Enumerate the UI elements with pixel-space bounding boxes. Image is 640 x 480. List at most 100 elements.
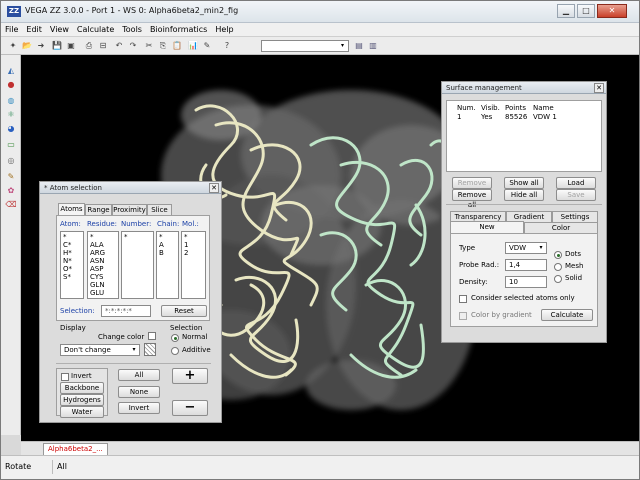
table-row[interactable]: 1 Yes 85526 VDW 1 [447,113,601,122]
invert-checkbox[interactable] [61,373,69,381]
tab-color[interactable]: Color [524,222,598,233]
atom-selection-title[interactable]: * Atom selection [40,182,221,194]
globe-icon[interactable]: ◕ [5,123,17,135]
menu-calculate[interactable]: Calculate [73,23,118,37]
menu-view[interactable]: View [46,23,73,37]
paint-icon[interactable]: ✿ [5,185,17,197]
dots-radio[interactable] [554,251,562,259]
display-combo[interactable]: Don't change ▾ [60,344,140,356]
add-button[interactable]: + [172,368,208,384]
tab-atoms[interactable]: Atoms [58,203,85,215]
target-icon[interactable]: ◎ [5,155,17,167]
pen-icon[interactable]: ✎ [5,171,17,183]
menu-tools[interactable]: Tools [118,23,146,37]
select-icon[interactable]: ◭ [5,65,17,77]
open-icon[interactable]: ➜ [35,40,47,52]
hydrogens-button[interactable]: Hydrogens [60,394,104,406]
copy-icon[interactable]: ⎘ [157,40,169,52]
mesh-label: Mesh [565,262,584,270]
reset-button[interactable]: Reset [161,305,207,317]
density-input[interactable]: 10 [505,276,547,288]
chain-list[interactable]: * A B [156,231,179,299]
close-icon[interactable]: ✕ [594,83,604,93]
mesh-radio[interactable] [554,263,562,271]
display-icon[interactable]: ▭ [5,139,17,151]
type-combo-value: VDW [509,244,527,252]
vega-app-icon: ZZ [7,6,21,17]
color-gradient-checkbox[interactable] [459,312,467,320]
undo-icon[interactable]: ↶ [113,40,125,52]
menu-help[interactable]: Help [211,23,237,37]
view-list-icon[interactable]: ▥ [367,40,379,52]
load-button[interactable]: Load [556,177,596,189]
close-icon[interactable]: ✕ [209,183,219,193]
chart-icon[interactable]: 📊 [187,40,199,52]
visib-header: Visib. [481,104,500,112]
remove-button[interactable]: − [172,400,208,416]
show-all-button[interactable]: Show all [504,177,544,189]
save-all-icon[interactable]: ▣ [65,40,77,52]
consider-selected-checkbox[interactable] [459,295,467,303]
atom-icon[interactable]: ● [5,79,17,91]
toolbar-dropdown[interactable]: ▾ [261,40,349,52]
water-button[interactable]: Water [60,406,104,418]
remove-all-button[interactable]: Remove all [452,189,492,209]
menu-bioinformatics[interactable]: Bioinformatics [146,23,211,37]
erase-icon[interactable]: ⌫ [5,199,17,211]
new-surface-tab-content: Type VDW ▾ Probe Rad.: 1,4 Density: 10 D… [450,233,598,327]
type-combo[interactable]: VDW ▾ [505,242,547,254]
selection-field[interactable]: *:*:*:*:* [101,305,151,317]
open-folder-icon[interactable]: 📂 [21,40,33,52]
invert-button[interactable]: Invert [118,402,160,414]
sphere-icon[interactable]: ◍ [5,95,17,107]
tab-slice[interactable]: Slice [147,204,172,215]
number-list[interactable]: * [121,231,154,299]
close-button[interactable]: ✕ [597,4,627,18]
new-file-icon[interactable]: ✦ [7,40,19,52]
molecule-icon[interactable]: ⚛ [5,109,17,121]
surface-management-title[interactable]: Surface management [442,82,606,94]
normal-radio[interactable] [171,334,179,342]
remove-surface-button[interactable]: Remove [452,177,492,189]
additive-radio[interactable] [171,347,179,355]
tab-new[interactable]: New [450,221,524,233]
change-color-checkbox[interactable] [148,332,156,340]
calculate-button[interactable]: Calculate [541,309,593,321]
surface-management-panel: Surface management ✕ Num. Visib. Points … [441,81,607,343]
mol-list[interactable]: * 1 2 [181,231,206,299]
tab-range[interactable]: Range [85,204,112,215]
view-grid-icon[interactable]: ▤ [353,40,365,52]
menu-edit[interactable]: Edit [22,23,46,37]
all-button[interactable]: All [118,369,160,381]
help-icon[interactable]: ? [221,40,233,52]
backbone-button[interactable]: Backbone [60,382,104,394]
maximize-button[interactable]: □ [577,4,595,18]
chevron-down-icon: ▾ [340,42,344,49]
solid-radio[interactable] [554,275,562,283]
title-bar[interactable]: ZZ VEGA ZZ 3.0.0 - Port 1 - WS 0: Alpha6… [1,1,639,23]
consider-selected-label: Consider selected atoms only [471,294,575,302]
tab-settings[interactable]: Settings [552,211,598,222]
print-icon[interactable]: ⎙ [83,40,95,52]
pencil-icon[interactable]: ✎ [201,40,213,52]
document-tab[interactable]: Alpha6beta2_... [43,443,108,455]
none-button[interactable]: None [118,386,160,398]
atom-list[interactable]: * C* H* N* O* S* [60,231,84,299]
chain-column-label: Chain: [157,220,180,228]
save-button[interactable]: Save [556,189,596,201]
chevron-down-icon: ▾ [539,244,543,251]
atom-column-label: Atom: [60,220,81,228]
residue-list[interactable]: * ALA ARG ASN ASP CYS GLN GLU [87,231,119,299]
hide-all-button[interactable]: Hide all [504,189,544,201]
redo-icon[interactable]: ↷ [127,40,139,52]
menu-file[interactable]: File [1,23,22,37]
paste-icon[interactable]: 📋 [171,40,183,52]
row-num: 1 [457,113,462,121]
probe-radius-input[interactable]: 1,4 [505,259,547,271]
color-swatch[interactable] [144,343,156,356]
print-setup-icon[interactable]: ⊟ [97,40,109,52]
tab-proximity[interactable]: Proximity [112,204,147,215]
cut-icon[interactable]: ✂ [143,40,155,52]
save-icon[interactable]: 💾 [51,40,63,52]
minimize-button[interactable]: ▁ [557,4,575,18]
